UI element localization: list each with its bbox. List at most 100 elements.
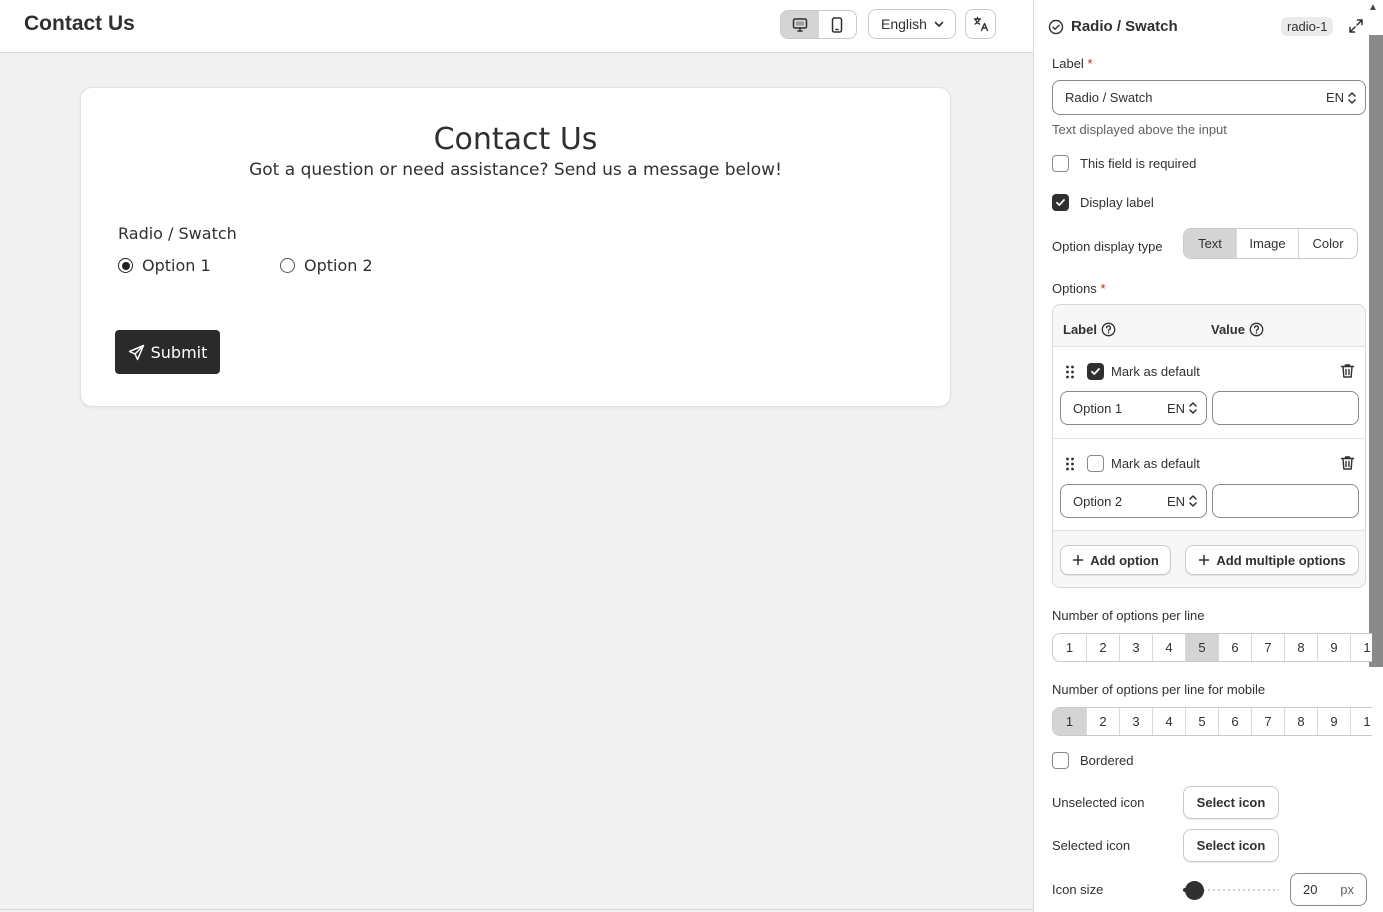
label-input[interactable]: Radio / Swatch EN xyxy=(1052,80,1366,115)
per-line-mobile-1[interactable]: 1 xyxy=(1053,708,1086,735)
unselected-icon-label: Unselected icon xyxy=(1052,795,1145,810)
per-line-5[interactable]: 5 xyxy=(1185,634,1218,661)
radio-field-label: Radio / Swatch xyxy=(118,224,237,243)
send-icon xyxy=(128,344,144,360)
view-toggle xyxy=(780,10,857,39)
display-type-image[interactable]: Image xyxy=(1236,229,1298,258)
required-checkbox-label: This field is required xyxy=(1080,156,1197,171)
options-title: Options * xyxy=(1052,281,1106,296)
language-select[interactable]: English xyxy=(868,9,956,39)
per-line-mobile-3[interactable]: 3 xyxy=(1119,708,1152,735)
per-line-7[interactable]: 7 xyxy=(1251,634,1284,661)
drag-handle-icon[interactable] xyxy=(1065,457,1075,471)
selected-icon-label: Selected icon xyxy=(1052,838,1131,853)
desktop-icon xyxy=(792,17,807,32)
mark-default-checkbox[interactable] xyxy=(1087,455,1104,472)
per-line-mobile-9[interactable]: 9 xyxy=(1317,708,1350,735)
per-line-1[interactable]: 1 xyxy=(1053,634,1086,661)
panel-title-text: Radio / Swatch xyxy=(1071,18,1178,35)
unselected-icon-select-button[interactable]: Select icon xyxy=(1183,786,1279,819)
checkmark-icon xyxy=(1091,368,1100,375)
trash-icon[interactable] xyxy=(1340,363,1355,379)
plus-icon xyxy=(1072,554,1084,566)
per-line-9[interactable]: 9 xyxy=(1317,634,1350,661)
icon-size-input[interactable]: 20 px xyxy=(1290,873,1367,906)
per-line-3[interactable]: 3 xyxy=(1119,634,1152,661)
option-label-input[interactable]: Option 2 EN xyxy=(1060,484,1207,518)
panel-header: Radio / Swatch radio-1 xyxy=(1034,0,1383,55)
display-type-text[interactable]: Text xyxy=(1184,229,1236,258)
drag-handle-icon[interactable] xyxy=(1065,365,1075,379)
radio-button-checked[interactable] xyxy=(118,258,133,273)
required-checkbox-row[interactable]: This field is required xyxy=(1052,155,1196,172)
panel-scrollbar[interactable] xyxy=(1369,35,1383,667)
form-preview-card: Contact Us Got a question or need assist… xyxy=(80,87,951,407)
add-option-button[interactable]: Add option xyxy=(1060,545,1171,575)
add-multiple-options-button[interactable]: Add multiple options xyxy=(1185,545,1359,575)
per-line-mobile-2[interactable]: 2 xyxy=(1086,708,1119,735)
page-title: Contact Us xyxy=(24,12,135,35)
options-editor: Label Value Mark as default Option 1 EN … xyxy=(1052,304,1366,588)
per-line-8[interactable]: 8 xyxy=(1284,634,1317,661)
scroll-up-arrow[interactable]: ▲ xyxy=(1368,2,1378,13)
radio-option-label: Option 2 xyxy=(304,256,373,275)
option-label-input[interactable]: Option 1 EN xyxy=(1060,391,1207,425)
radio-option-2[interactable]: Option 2 xyxy=(280,256,373,275)
selected-icon-select-button[interactable]: Select icon xyxy=(1183,829,1279,862)
label-language-select[interactable]: EN xyxy=(1326,90,1357,105)
help-circle-icon[interactable] xyxy=(1101,322,1116,337)
per-line-label: Number of options per line xyxy=(1052,608,1205,623)
bordered-checkbox[interactable] xyxy=(1052,752,1069,769)
expand-button[interactable] xyxy=(1348,18,1364,39)
form-title: Contact Us xyxy=(433,122,598,157)
translate-button[interactable] xyxy=(965,9,996,39)
expand-icon xyxy=(1349,19,1363,33)
translate-icon xyxy=(973,16,988,32)
radio-option-1[interactable]: Option 1 xyxy=(118,256,211,275)
option-value-input[interactable] xyxy=(1212,391,1359,425)
icon-size-slider-thumb[interactable] xyxy=(1185,881,1205,900)
label-input-value: Radio / Swatch xyxy=(1065,90,1153,105)
mobile-view-button[interactable] xyxy=(819,11,857,38)
option-language-select[interactable]: EN xyxy=(1167,401,1198,416)
display-label-checkbox-label: Display label xyxy=(1080,195,1154,210)
canvas-bottom-divider xyxy=(0,909,1033,910)
per-line-mobile-label: Number of options per line for mobile xyxy=(1052,682,1266,697)
display-label-checkbox-row[interactable]: Display label xyxy=(1052,194,1154,211)
per-line-mobile-5[interactable]: 5 xyxy=(1185,708,1218,735)
checkmark-icon xyxy=(1056,199,1065,206)
required-checkbox[interactable] xyxy=(1052,155,1069,172)
per-line-mobile-segment: 1 2 3 4 5 6 7 8 9 1 xyxy=(1052,707,1372,736)
per-line-mobile-7[interactable]: 7 xyxy=(1251,708,1284,735)
plus-icon xyxy=(1199,554,1210,566)
per-line-mobile-10[interactable]: 1 xyxy=(1350,708,1372,735)
per-line-4[interactable]: 4 xyxy=(1152,634,1185,661)
mark-default-checkbox[interactable] xyxy=(1087,363,1104,380)
option-item: Mark as default Option 2 EN xyxy=(1053,439,1365,531)
select-stepper-icon xyxy=(1189,495,1197,507)
submit-button[interactable]: Submit xyxy=(115,330,220,374)
icon-size-value: 20 xyxy=(1303,882,1318,897)
per-line-6[interactable]: 6 xyxy=(1218,634,1251,661)
form-subtitle: Got a question or need assistance? Send … xyxy=(249,160,782,180)
submit-label: Submit xyxy=(150,342,208,362)
desktop-view-button[interactable] xyxy=(781,11,819,38)
check-circle-icon xyxy=(1048,19,1064,34)
radio-option-label: Option 1 xyxy=(142,256,211,275)
chevron-down-icon xyxy=(934,21,944,27)
label-help-text: Text displayed above the input xyxy=(1052,122,1227,137)
bordered-checkbox-row[interactable]: Bordered xyxy=(1052,752,1133,769)
option-value-input[interactable] xyxy=(1212,484,1359,518)
trash-icon[interactable] xyxy=(1340,455,1355,471)
per-line-mobile-6[interactable]: 6 xyxy=(1218,708,1251,735)
per-line-2[interactable]: 2 xyxy=(1086,634,1119,661)
per-line-mobile-8[interactable]: 8 xyxy=(1284,708,1317,735)
help-circle-icon[interactable] xyxy=(1249,322,1264,337)
label-field-title: Label * xyxy=(1052,56,1093,71)
option-language-select[interactable]: EN xyxy=(1167,494,1198,509)
display-label-checkbox[interactable] xyxy=(1052,194,1069,211)
per-line-10[interactable]: 1 xyxy=(1350,634,1372,661)
radio-button[interactable] xyxy=(280,258,295,273)
display-type-color[interactable]: Color xyxy=(1298,229,1357,258)
per-line-mobile-4[interactable]: 4 xyxy=(1152,708,1185,735)
